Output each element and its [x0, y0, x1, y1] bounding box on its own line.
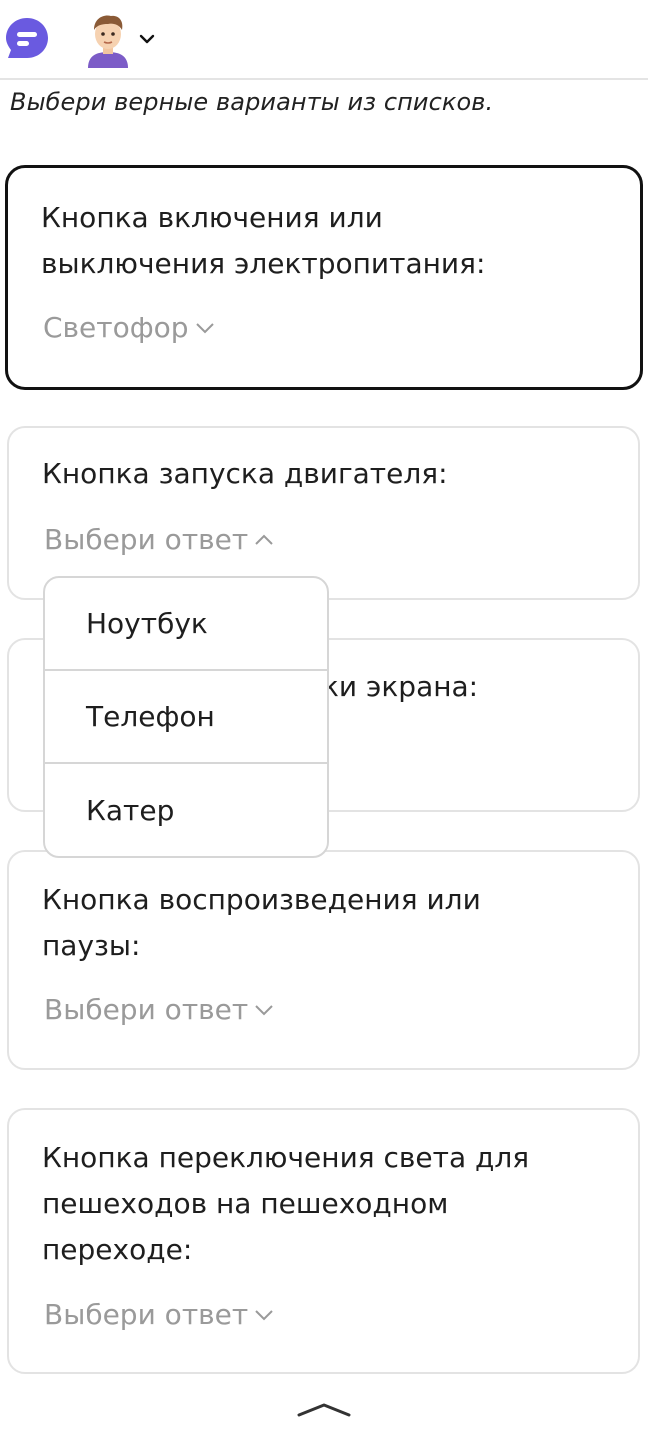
answer-select[interactable]: Выбери ответ — [44, 523, 274, 556]
question-card-2: Кнопка запуска двигателя: Выбери ответ — [7, 426, 640, 600]
chevron-up-icon — [255, 534, 273, 545]
chevron-down-icon — [255, 1309, 273, 1320]
question-text: ки экрана: — [322, 670, 479, 703]
question-text: Кнопка запуска двигателя: — [42, 457, 448, 490]
dropdown-option[interactable]: Ноутбук — [45, 578, 327, 671]
question-text: Кнопка переключения света для пешеходов … — [42, 1141, 530, 1266]
answer-placeholder: Выбери ответ — [44, 523, 249, 556]
chevron-down-icon — [255, 1004, 273, 1015]
answer-dropdown: Ноутбук Телефон Катер — [43, 576, 329, 858]
question-card-1: Кнопка включения или выключения электроп… — [5, 165, 643, 390]
instruction-text: Выбери верные варианты из списков. — [10, 88, 494, 116]
chevron-down-icon — [195, 322, 214, 333]
chat-bubble-logo-icon[interactable] — [4, 16, 50, 60]
boy-avatar-icon[interactable] — [84, 12, 132, 68]
dropdown-option[interactable]: Катер — [45, 764, 327, 856]
chevron-up-icon[interactable] — [297, 1402, 351, 1418]
answer-select[interactable]: Выбери ответ — [44, 1298, 274, 1331]
question-text: Кнопка включения или выключения электроп… — [41, 201, 486, 280]
question-card-4: Кнопка воспроизведения или паузы: Выбери… — [7, 850, 640, 1070]
top-bar — [0, 0, 648, 80]
question-text: Кнопка воспроизведения или паузы: — [42, 883, 481, 962]
answer-placeholder: Выбери ответ — [44, 1298, 249, 1331]
question-card-5: Кнопка переключения света для пешеходов … — [7, 1108, 640, 1374]
dropdown-option[interactable]: Телефон — [45, 671, 327, 764]
answer-value: Светофор — [43, 311, 189, 344]
answer-select[interactable]: Светофор — [43, 311, 215, 344]
chevron-down-icon[interactable] — [138, 30, 156, 48]
answer-placeholder: Выбери ответ — [44, 993, 249, 1026]
answer-select[interactable]: Выбери ответ — [44, 993, 274, 1026]
